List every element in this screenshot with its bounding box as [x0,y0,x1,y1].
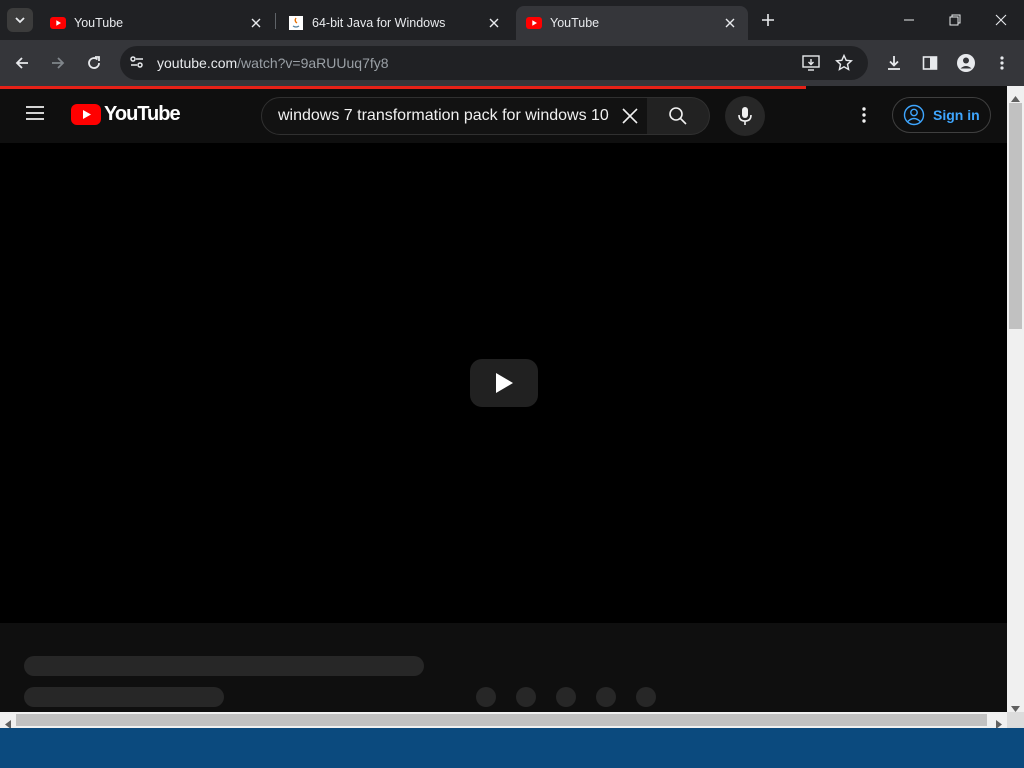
youtube-masthead: YouTube windows 7 transformation pack fo… [0,89,1007,143]
profile-icon [957,54,975,72]
sign-in-button[interactable]: Sign in [892,97,991,133]
search-query-text: windows 7 transformation pack for window… [278,107,609,124]
address-bar[interactable]: youtube.com/watch?v=9aRUUuq7fy8 [120,46,868,80]
side-panel-icon [922,56,938,70]
bookmark-star-icon[interactable] [834,53,854,77]
youtube-logo-text: YouTube [104,103,181,125]
reload-button[interactable] [83,52,105,74]
os-taskbar [0,728,1024,768]
url-path: /watch?v=9aRUUuq7fy8 [237,55,389,71]
arrow-right-icon [52,57,65,69]
side-panel-button[interactable] [919,52,941,74]
restore-icon [949,14,961,26]
browser-toolbar: youtube.com/watch?v=9aRUUuq7fy8 [0,40,1024,86]
hamburger-menu-icon [26,106,44,120]
close-icon [995,14,1007,26]
horizontal-scrollbar[interactable] [0,712,1007,729]
tab-separator [275,13,276,29]
account-circle-icon [903,104,925,126]
microphone-icon [738,107,752,125]
downloads-button[interactable] [883,52,905,74]
youtube-favicon-icon [50,15,66,31]
play-icon [496,373,513,393]
horizontal-scroll-thumb[interactable] [16,714,987,726]
browser-tab-java[interactable]: 64-bit Java for Windows [278,6,512,40]
vertical-scrollbar[interactable] [1007,86,1024,712]
plus-icon [762,14,774,26]
tab-title: 64-bit Java for Windows [312,16,446,30]
video-info-placeholder [0,623,1007,712]
kebab-menu-icon [862,107,866,123]
browser-tab-youtube-active[interactable]: YouTube [516,6,748,40]
site-info-icon[interactable] [128,53,146,76]
scrollbar-corner [1007,712,1024,728]
back-button[interactable] [11,52,33,74]
tab-search-button[interactable] [7,8,33,32]
channel-skeleton [24,687,224,707]
youtube-favicon-icon [526,15,542,31]
action-skeleton [636,687,656,707]
action-skeleton [556,687,576,707]
tab-close-icon[interactable] [722,15,738,31]
title-skeleton [24,656,424,676]
download-icon [888,56,900,70]
youtube-logo[interactable]: YouTube [71,103,181,126]
minimize-button[interactable] [886,0,932,40]
arrow-left-icon [15,57,28,69]
tab-close-icon[interactable] [486,15,502,31]
new-tab-button[interactable] [758,10,778,30]
action-skeleton [516,687,536,707]
reload-icon [88,56,100,69]
close-window-button[interactable] [978,0,1024,40]
tab-title: YouTube [74,16,124,30]
url-host: youtube.com [157,55,238,71]
vertical-scroll-thumb[interactable] [1009,103,1022,329]
profile-button[interactable] [955,52,977,74]
settings-menu-button[interactable] [861,106,867,129]
java-favicon-icon [288,15,304,31]
forward-button[interactable] [47,52,69,74]
tab-title: YouTube [550,16,600,30]
browser-tab-youtube-1[interactable]: YouTube [40,6,274,40]
kebab-menu-icon [1000,56,1004,70]
youtube-logo-icon [71,104,101,125]
chevron-down-icon [15,17,25,24]
browser-tab-strip: YouTube 64-bit Java for Windows YouTube [0,0,1024,40]
search-button[interactable] [647,97,710,135]
install-app-icon[interactable] [802,54,820,77]
minimize-icon [904,19,914,21]
browser-menu-button[interactable] [991,52,1013,74]
voice-search-button[interactable] [725,96,765,136]
action-skeleton [596,687,616,707]
guide-menu-button[interactable] [24,104,46,127]
url-text[interactable]: youtube.com/watch?v=9aRUUuq7fy8 [157,55,389,71]
tab-close-icon[interactable] [248,15,264,31]
restore-button[interactable] [932,0,978,40]
search-icon [669,107,687,125]
video-player[interactable] [0,143,1007,623]
action-skeleton [476,687,496,707]
sign-in-label: Sign in [933,107,980,123]
search-input[interactable]: windows 7 transformation pack for window… [261,97,648,135]
clear-search-icon[interactable] [620,106,640,131]
play-button[interactable] [470,359,538,407]
